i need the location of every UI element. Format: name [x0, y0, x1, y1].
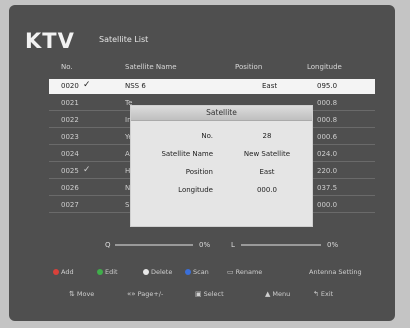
rename-key-icon: ▭ — [227, 268, 234, 276]
ok-key-icon: ▣ — [195, 290, 202, 298]
row-no: 0021 — [61, 99, 79, 107]
antenna-setting-button[interactable]: Antenna Setting — [309, 268, 362, 276]
exit-label: Exit — [320, 290, 334, 298]
row-no: 0022 — [61, 116, 79, 124]
quality-bar — [115, 244, 193, 246]
quality-label: Q — [105, 241, 111, 249]
check-icon: ✓ — [83, 80, 91, 90]
name-label: Satellite Name — [161, 150, 213, 158]
menu-button[interactable]: ▲ Menu — [265, 290, 290, 298]
row-longitude: 000.0 — [317, 201, 338, 209]
col-header-longitude: Longitude — [307, 63, 342, 71]
arrows-icon: ⇅ — [69, 290, 75, 298]
position-value: East — [259, 168, 275, 176]
tv-screen: KTV Satellite List No. Satellite Name Po… — [9, 5, 395, 321]
col-header-no: No. — [61, 63, 73, 71]
delete-label: Delete — [151, 268, 173, 276]
scan-button[interactable]: Scan — [185, 268, 209, 276]
no-value: 28 — [262, 132, 272, 140]
page-title: Satellite List — [99, 35, 149, 44]
scan-label: Scan — [193, 268, 209, 276]
menu-icon: ▲ — [265, 290, 271, 298]
green-key-icon — [97, 269, 103, 275]
satellite-dialog: Satellite No. 28 Satellite Name New Sate… — [130, 105, 313, 227]
longitude-value: 000.0 — [256, 186, 278, 194]
row-no: 0025 — [61, 167, 79, 175]
row-longitude: 000.6 — [317, 133, 338, 141]
delete-button[interactable]: Delete — [143, 268, 172, 276]
row-no: 0024 — [61, 150, 79, 158]
exit-button[interactable]: ↰ Exit — [313, 290, 333, 298]
row-position: East — [262, 82, 278, 90]
row-longitude: 000.8 — [317, 116, 338, 124]
logo: KTV — [25, 29, 75, 53]
no-label: No. — [201, 132, 213, 140]
table-row[interactable]: 0020 ✓ NSS 6 East 095.0 — [49, 79, 375, 94]
level-label: L — [231, 241, 235, 249]
blue-key-icon — [185, 269, 191, 275]
position-label: Position — [185, 168, 213, 176]
page-keys-icon: «» — [127, 290, 136, 298]
edit-button[interactable]: Edit — [97, 268, 118, 276]
rename-label: Rename — [235, 268, 263, 276]
level-value: 0% — [327, 241, 339, 249]
dialog-title: Satellite — [131, 106, 312, 121]
name-value: New Satellite — [243, 150, 291, 158]
row-no: 0026 — [61, 184, 79, 192]
row-no: 0027 — [61, 201, 79, 209]
rename-button[interactable]: ▭ Rename — [227, 268, 262, 276]
row-longitude: 220.0 — [317, 167, 338, 175]
col-header-name: Satellite Name — [125, 63, 177, 71]
row-longitude: 037.5 — [317, 184, 338, 192]
level-bar — [241, 244, 321, 246]
move-hint: ⇅ Move — [69, 290, 94, 298]
page-hint: «» Page+/- — [127, 290, 163, 298]
page-label: Page+/- — [137, 290, 164, 298]
add-label: Add — [61, 268, 74, 276]
add-button[interactable]: Add — [53, 268, 74, 276]
quality-value: 0% — [199, 241, 211, 249]
select-hint: ▣ Select — [195, 290, 224, 298]
row-name: NSS 6 — [125, 82, 146, 90]
white-key-icon — [143, 269, 149, 275]
exit-icon: ↰ — [313, 290, 319, 298]
move-label: Move — [76, 290, 95, 298]
row-longitude: 095.0 — [317, 82, 338, 90]
longitude-label: Longitude — [178, 186, 213, 194]
menu-label: Menu — [272, 290, 291, 298]
red-key-icon — [53, 269, 59, 275]
edit-label: Edit — [105, 268, 118, 276]
row-longitude: 024.0 — [317, 150, 338, 158]
row-no: 0020 — [61, 82, 79, 90]
row-no: 0023 — [61, 133, 79, 141]
row-longitude: 000.8 — [317, 99, 338, 107]
select-label: Select — [203, 290, 224, 298]
col-header-position: Position — [235, 63, 263, 71]
antenna-label: Antenna Setting — [309, 268, 362, 276]
check-icon: ✓ — [83, 165, 91, 175]
